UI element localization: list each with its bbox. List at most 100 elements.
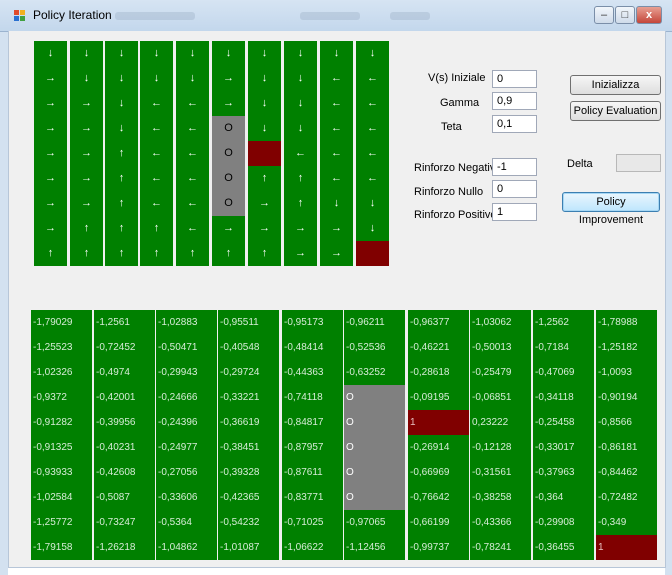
policy-cell: ← [140,91,173,116]
value-cell: -0,97065 [346,517,386,528]
teta-field[interactable] [492,115,537,133]
value-cell: -0,31561 [472,467,512,478]
rinforzo-nullo-label: Rinforzo Nullo [414,186,484,198]
value-cell: -0,66969 [410,467,450,478]
value-cell: -1,02883 [158,317,198,328]
value-cell: -1,79158 [33,542,73,553]
value-cell: -0,25458 [535,417,575,428]
value-cell: -1,02326 [33,367,73,378]
v-iniziale-field[interactable] [492,70,537,88]
policy-cell: ↓ [284,116,317,141]
policy-cell: ↓ [140,66,173,91]
policy-cell: → [248,191,281,216]
value-cell: -1,0093 [598,367,632,378]
policy-cell: ↑ [140,216,173,241]
value-cell: 0,23222 [472,417,509,428]
value-cell: -0,36455 [535,542,575,553]
value-cell: -0,86181 [598,442,638,453]
value-cell: O [344,485,405,510]
value-cell: -0,54232 [220,517,260,528]
close-button[interactable]: x [636,6,662,24]
value-cell: -0,87611 [284,467,323,478]
window-title: Policy Iteration [33,8,112,22]
value-cell: -0,47069 [535,367,575,378]
value-cell: -0,43366 [472,517,512,528]
value-cell: -0,78241 [472,542,512,553]
policy-cell: ← [320,66,353,91]
value-cell: -0,90194 [598,392,638,403]
value-cell: -1,06622 [284,542,324,553]
value-cell: -0,93933 [33,467,73,478]
policy-cell: ↓ [356,216,389,241]
value-cell: -0,83771 [284,492,324,503]
policy-cell: → [34,216,67,241]
policy-cell: ← [356,166,389,191]
value-cell: -0,84462 [598,467,638,478]
value-cell: -0,63252 [346,367,386,378]
policy-cell: → [34,91,67,116]
policy-cell: ↓ [105,41,138,66]
policy-cell: ← [356,141,389,166]
value-cell: -1,03062 [472,317,512,328]
policy-cell: ← [356,116,389,141]
value-cell: -0,29724 [220,367,260,378]
value-cell: -0,39956 [96,417,136,428]
value-cell: -0,99737 [410,542,450,553]
value-cell: -0,33221 [220,392,260,403]
policy-cell: ← [176,116,209,141]
policy-cell: ↓ [248,41,281,66]
policy-cell: → [320,241,353,266]
inizializza-button[interactable]: Inizializza [570,75,661,95]
value-cell: -0,7184 [535,342,569,353]
policy-cell: ← [320,166,353,191]
value-cell: -1,04862 [158,542,198,553]
value-cell: -0,36619 [220,417,260,428]
value-cell: -1,25182 [598,342,638,353]
value-cell: -0,5364 [158,517,192,528]
policy-cell: → [34,191,67,216]
value-cell: -0,50471 [158,342,198,353]
policy-cell: ↑ [34,241,67,266]
value-cell: -1,02584 [33,492,73,503]
value-cell: -0,42365 [220,492,260,503]
gamma-field[interactable] [492,92,537,110]
policy-evaluation-button[interactable]: Policy Evaluation [570,101,661,121]
value-cell: -0,72452 [96,342,136,353]
policy-cell: ↓ [284,91,317,116]
policy-cell [356,241,389,266]
policy-cell: → [320,216,353,241]
policy-cell: → [284,216,317,241]
window-left-border [0,31,8,575]
policy-cell: → [212,66,245,91]
policy-cell: ← [176,216,209,241]
value-cell: -0,26914 [410,442,450,453]
window-right-border [665,31,672,575]
maximize-button[interactable]: □ [615,6,635,24]
title-bar[interactable]: Policy Iteration – □ x [0,0,672,32]
policy-cell: → [70,141,103,166]
minimize-button[interactable]: – [594,6,614,24]
policy-cell: ↓ [320,191,353,216]
policy-cell: → [248,216,281,241]
value-cell: -0,48414 [284,342,324,353]
value-cell: O [344,460,405,485]
policy-cell: O [212,166,245,191]
rinforzo-negativo-field[interactable] [492,158,537,176]
rinforzo-nullo-field[interactable] [492,180,537,198]
value-cell: -0,28618 [410,367,450,378]
policy-cell: ↑ [284,191,317,216]
policy-cell: ↓ [176,66,209,91]
value-column: -1,03062 -0,50013 -0,25479 -0,06851 0,23222 -… [470,310,531,560]
policy-cell: ↑ [70,216,103,241]
policy-cell: ↑ [105,216,138,241]
value-cell: -1,12456 [346,542,386,553]
value-cell: -0,91282 [33,417,73,428]
policy-improvement-button[interactable]: Policy Improvement [562,192,660,226]
policy-cell: → [70,116,103,141]
rinforzo-positivo-field[interactable] [492,203,537,221]
value-cell: O [344,410,405,435]
policy-cell: ↓ [320,41,353,66]
value-cell: -1,2562 [535,317,569,328]
value-cell: -0,33606 [158,492,198,503]
policy-cell: ↓ [34,41,67,66]
